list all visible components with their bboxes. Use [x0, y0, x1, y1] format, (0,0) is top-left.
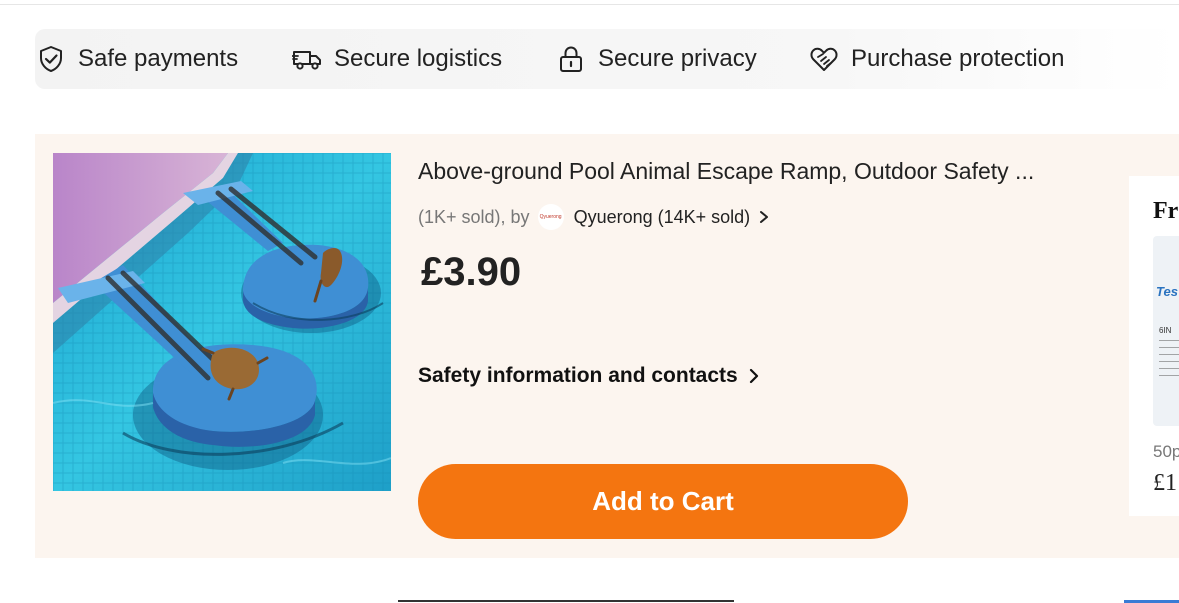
trust-label-secure-privacy: Secure privacy	[598, 45, 757, 72]
chevron-right-icon[interactable]	[758, 210, 770, 224]
store-name-link[interactable]: Qyuerong (14K+ sold)	[574, 207, 751, 228]
trust-label-secure-logistics: Secure logistics	[334, 45, 503, 72]
related-image-label: Tes	[1156, 284, 1178, 299]
add-to-cart-button[interactable]: Add to Cart	[418, 464, 908, 539]
trust-item-secure-logistics[interactable]: Secure logistics	[292, 29, 502, 89]
related-product-price: £1	[1153, 470, 1177, 496]
truck-icon	[292, 51, 321, 70]
safety-info-label: Safety information and contacts	[418, 364, 738, 387]
lock-icon	[560, 46, 582, 72]
related-image-sublabel: 6IN	[1159, 326, 1172, 335]
bottom-divider	[398, 600, 734, 602]
sold-count: (1K+ sold), by	[418, 206, 530, 227]
product-price: £3.90	[421, 250, 522, 294]
related-product-image[interactable]: Tes 6IN	[1153, 236, 1179, 426]
pool-ramp-photo	[53, 153, 391, 491]
product-image[interactable]	[53, 153, 391, 491]
store-logo[interactable]: Qyuerong	[537, 204, 564, 230]
trust-label-purchase-protection: Purchase protection	[851, 45, 1065, 72]
trust-item-secure-privacy[interactable]: Secure privacy	[556, 29, 757, 89]
related-product-card[interactable]: Fr Tes 6IN 50p £1	[1129, 176, 1179, 516]
handshake-heart-icon	[810, 47, 838, 71]
related-image-text-lines	[1159, 340, 1179, 380]
store-logo-text: Qyuerong	[539, 214, 562, 220]
product-title[interactable]: Above-ground Pool Animal Escape Ramp, Ou…	[418, 158, 1078, 185]
chevron-right-icon	[749, 368, 758, 384]
trust-item-purchase-protection[interactable]: Purchase protection	[809, 29, 1064, 89]
trust-bar: Safe payments Secure logistics Secure pr…	[35, 29, 1179, 89]
product-card: Above-ground Pool Animal Escape Ramp, Ou…	[35, 134, 1179, 558]
shield-check-icon	[40, 46, 62, 72]
seller-row: (1K+ sold), by Qyuerong Qyuerong (14K+ s…	[418, 204, 770, 230]
safety-info-link[interactable]: Safety information and contacts	[418, 364, 760, 388]
related-product-title: Fr	[1153, 198, 1179, 224]
trust-item-safe-payments[interactable]: Safe payments	[35, 29, 238, 89]
top-divider	[0, 4, 1179, 5]
trust-label-safe-payments: Safe payments	[78, 45, 239, 72]
related-product-subtitle: 50p	[1153, 442, 1179, 461]
